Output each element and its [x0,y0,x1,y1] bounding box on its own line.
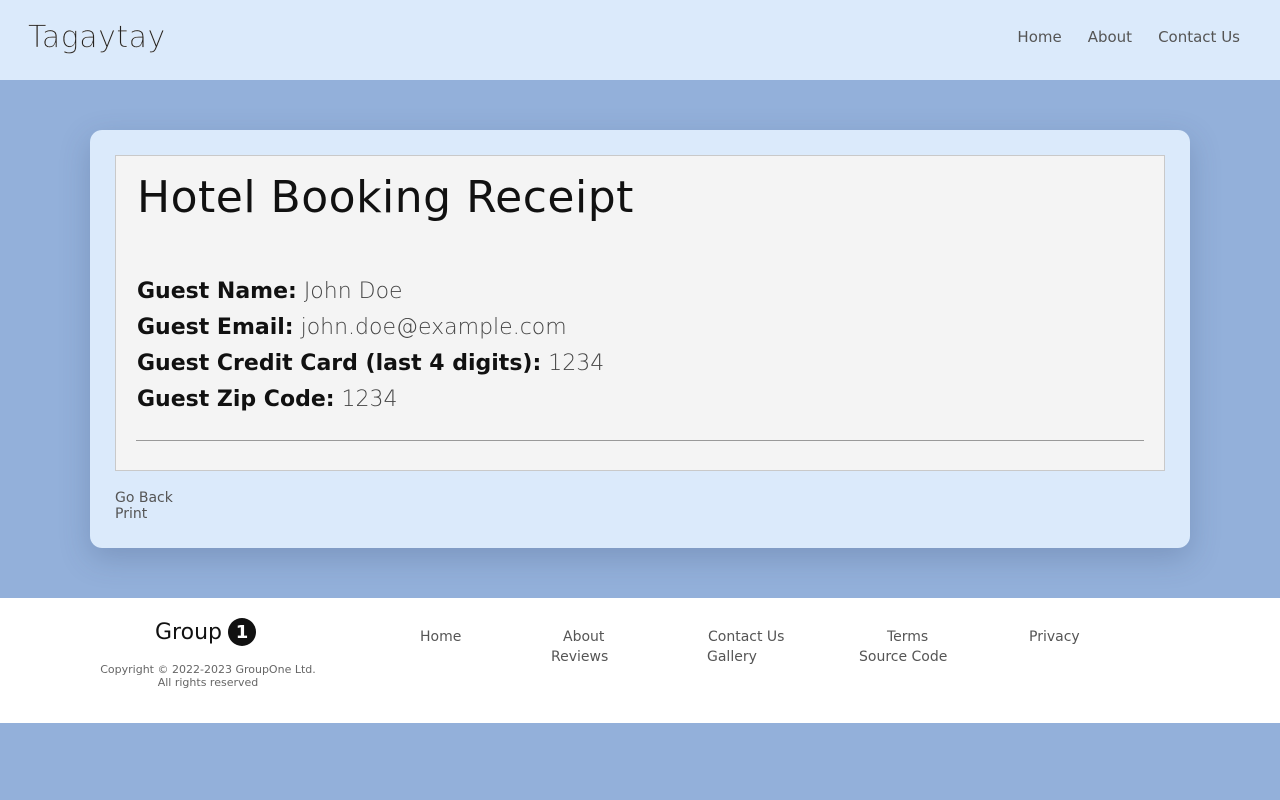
footer-gallery-link[interactable]: Gallery [707,649,757,665]
print-link[interactable]: Print [115,506,173,522]
receipt-panel: Hotel Booking Receipt Guest Name: John D… [115,155,1165,471]
footer-source-code-link[interactable]: Source Code [859,649,947,665]
footer-home-link[interactable]: Home [420,629,461,645]
guest-email-label: Guest Email: [137,315,294,340]
nav-home-link[interactable]: Home [1017,28,1061,46]
guest-zip-value: 1234 [341,387,398,412]
guest-email-row: Guest Email: john.doe@example.com [137,310,604,346]
receipt-actions: Go Back Print [115,490,173,522]
guest-name-value: John Doe [303,279,403,304]
receipt-title: Hotel Booking Receipt [137,172,634,223]
top-nav: Home About Contact Us [1017,28,1240,46]
guest-name-row: Guest Name: John Doe [137,274,604,310]
nav-about-link[interactable]: About [1088,28,1132,46]
guest-name-label: Guest Name: [137,279,297,304]
site-footer: Group 1 Copyright © 2022-2023 GroupOne L… [0,598,1280,723]
guest-card-row: Guest Credit Card (last 4 digits): 1234 [137,346,604,382]
guest-email-value: john.doe@example.com [300,315,567,340]
guest-card-value: 1234 [548,351,605,376]
brand-logo[interactable]: Tagaytay [28,20,166,55]
guest-zip-row: Guest Zip Code: 1234 [137,382,604,418]
footer-about-link[interactable]: About [563,629,604,645]
footer-logo-text: Group [155,619,222,645]
guest-details: Guest Name: John Doe Guest Email: john.d… [137,274,604,418]
footer-privacy-link[interactable]: Privacy [1029,629,1080,645]
top-navbar: Tagaytay Home About Contact Us [0,0,1280,80]
footer-logo[interactable]: Group 1 [155,618,256,646]
footer-reviews-link[interactable]: Reviews [551,649,608,665]
receipt-divider [136,440,1144,441]
copyright-text: Copyright © 2022-2023 GroupOne Ltd. All … [100,663,316,689]
number-one-icon: 1 [227,618,256,646]
guest-zip-label: Guest Zip Code: [137,387,335,412]
nav-contact-link[interactable]: Contact Us [1158,28,1240,46]
footer-contact-link[interactable]: Contact Us [708,629,784,645]
receipt-card: Hotel Booking Receipt Guest Name: John D… [90,130,1190,548]
guest-card-label: Guest Credit Card (last 4 digits): [137,351,542,376]
footer-terms-link[interactable]: Terms [887,629,928,645]
go-back-link[interactable]: Go Back [115,490,173,506]
